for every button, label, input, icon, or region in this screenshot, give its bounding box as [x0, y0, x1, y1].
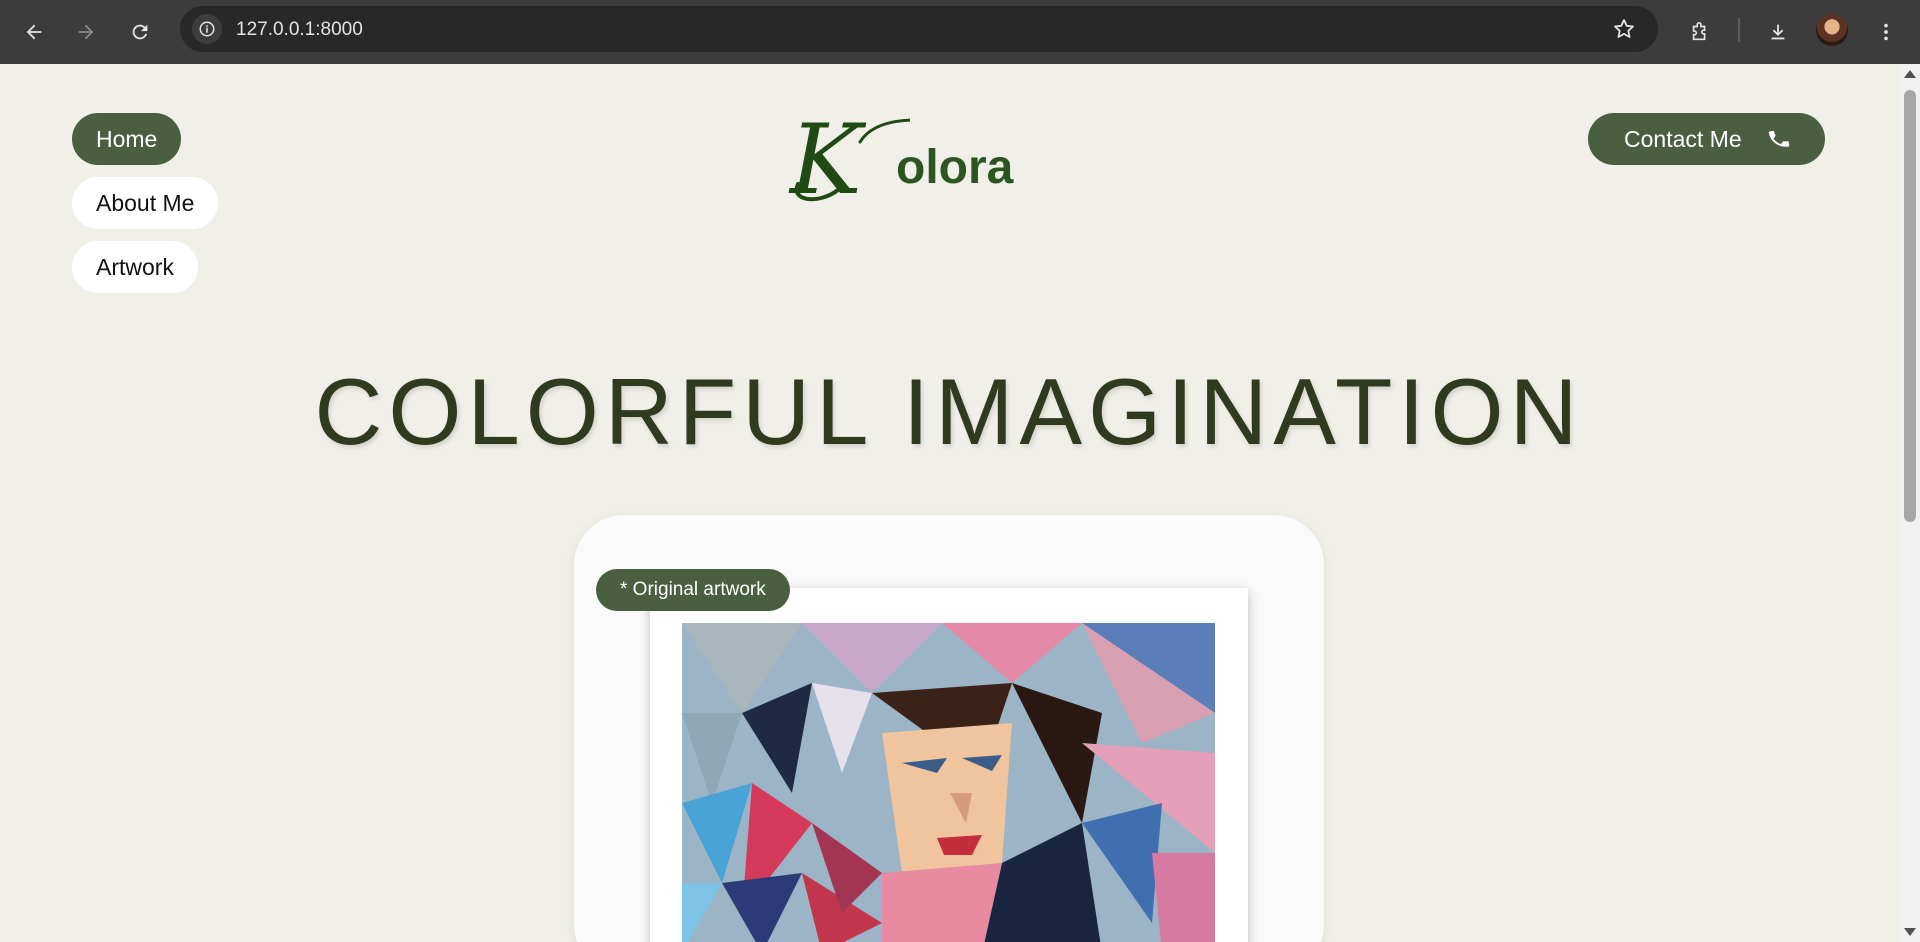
back-icon[interactable]	[14, 12, 54, 52]
forward-icon[interactable]	[66, 12, 106, 52]
bookmark-star-icon[interactable]	[1612, 17, 1636, 41]
browser-toolbar: 127.0.0.1:8000	[0, 0, 1920, 64]
nav-artwork[interactable]: Artwork	[72, 241, 198, 293]
page-scrollbar[interactable]	[1900, 64, 1920, 942]
address-bar[interactable]: 127.0.0.1:8000	[180, 6, 1658, 52]
site-logo[interactable]: K olora	[790, 104, 1030, 216]
hero-title: COLORFUL IMAGINATION	[314, 359, 1584, 464]
logo-swirl-icon	[794, 118, 910, 202]
profile-avatar[interactable]	[1816, 14, 1848, 46]
reload-icon[interactable]	[120, 12, 160, 52]
scroll-down-arrow-icon[interactable]	[1904, 928, 1916, 936]
menu-kebab-icon[interactable]	[1866, 12, 1906, 52]
scroll-up-arrow-icon[interactable]	[1904, 70, 1916, 78]
download-icon[interactable]	[1758, 12, 1798, 52]
artwork-image[interactable]	[682, 623, 1215, 942]
site-info-icon[interactable]	[192, 14, 222, 44]
toolbar-divider	[1738, 18, 1740, 42]
contact-me-button[interactable]: Contact Me	[1588, 113, 1825, 165]
url-text[interactable]: 127.0.0.1:8000	[236, 19, 363, 41]
nav-about-me[interactable]: About Me	[72, 177, 219, 229]
scrollbar-thumb[interactable]	[1904, 90, 1916, 522]
extensions-icon[interactable]	[1680, 12, 1720, 52]
logo-wordmark: olora	[896, 141, 1014, 194]
contact-label: Contact Me	[1624, 125, 1742, 152]
original-artwork-badge: * Original artwork	[596, 569, 790, 611]
nav-home[interactable]: Home	[72, 113, 182, 165]
phone-icon	[1768, 130, 1790, 147]
